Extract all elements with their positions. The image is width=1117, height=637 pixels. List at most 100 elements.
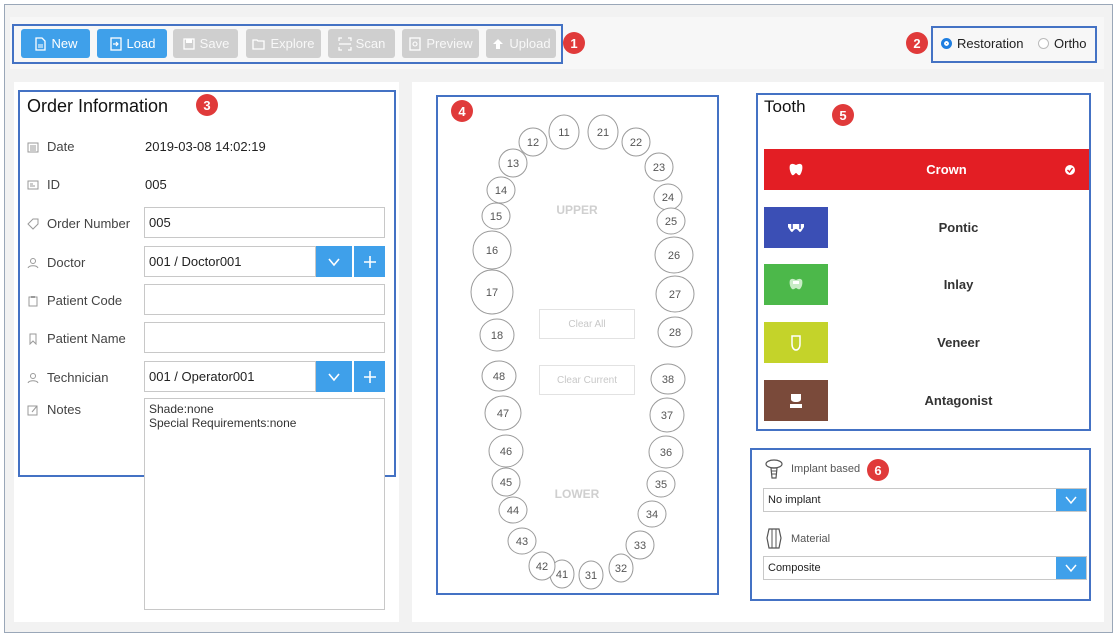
doctor-row-label: Doctor: [27, 255, 85, 270]
tooth-number: 44: [507, 505, 519, 517]
tooth-14[interactable]: 14: [486, 176, 516, 204]
patient-name-input[interactable]: [144, 322, 385, 353]
scan-button[interactable]: Scan: [328, 29, 395, 58]
technician-select[interactable]: 001 / Operator001: [144, 361, 316, 392]
save-label: Save: [199, 36, 230, 51]
tooth-number: 13: [507, 158, 519, 170]
tooth-number: 45: [500, 477, 512, 489]
folder-icon: [252, 38, 266, 50]
tooth-47[interactable]: 47: [484, 395, 522, 431]
preview-button[interactable]: Preview: [402, 29, 479, 58]
tooth-26[interactable]: 26: [654, 236, 694, 274]
patient-code-input[interactable]: [144, 284, 385, 315]
tooth-16[interactable]: 16: [472, 230, 512, 270]
tooth-13[interactable]: 13: [498, 148, 528, 178]
upload-label: Upload: [509, 36, 551, 51]
tooth-43[interactable]: 43: [507, 527, 537, 555]
order-title: Order Information: [27, 96, 169, 116]
tooth-number: 15: [490, 211, 502, 223]
explore-button[interactable]: Explore: [246, 29, 321, 58]
tooth-number: 21: [597, 127, 609, 139]
notes-textarea[interactable]: Shade:none Special Requirements:none: [144, 398, 385, 610]
save-button[interactable]: Save: [173, 29, 238, 58]
tooth-36[interactable]: 36: [648, 435, 684, 469]
tooth-17[interactable]: 17: [470, 269, 514, 315]
load-button[interactable]: Load: [97, 29, 167, 58]
plus-icon: [363, 255, 376, 268]
antagonist-icon: [764, 380, 828, 421]
tooth-21[interactable]: 21: [587, 114, 619, 150]
material-select[interactable]: Composite: [763, 556, 1087, 580]
order-number-row-label: Order Number: [27, 216, 130, 231]
tooth-27[interactable]: 27: [655, 275, 695, 313]
tooth-23[interactable]: 23: [644, 152, 674, 182]
tooth-25[interactable]: 25: [656, 207, 686, 235]
tooth-number: 12: [527, 137, 539, 149]
tooth-18[interactable]: 18: [479, 318, 515, 352]
material-icon: [766, 528, 782, 549]
upload-icon: [493, 38, 504, 49]
tooth-46[interactable]: 46: [488, 434, 524, 468]
clear-current-button[interactable]: Clear Current: [539, 365, 635, 395]
new-label: New: [51, 36, 78, 51]
implant-dropdown-button[interactable]: [1056, 489, 1086, 511]
patient-code-row-label: Patient Code: [27, 293, 122, 308]
implant-icon: [765, 459, 783, 479]
notes-label: Notes: [47, 402, 81, 417]
tooth-28[interactable]: 28: [657, 316, 693, 348]
add-doctor-button[interactable]: [354, 246, 385, 277]
implant-select[interactable]: No implant: [763, 488, 1087, 512]
doctor-select[interactable]: 001 / Doctor001: [144, 246, 316, 277]
user-icon: [27, 372, 39, 383]
tooth-type-crown[interactable]: Crown: [764, 149, 1089, 190]
new-button[interactable]: New: [21, 29, 90, 58]
tooth-34[interactable]: 34: [637, 500, 667, 528]
doctor-dropdown-button[interactable]: [316, 246, 352, 277]
tooth-38[interactable]: 38: [650, 363, 686, 395]
tooth-number: 18: [491, 330, 503, 342]
tooth-number: 23: [653, 162, 665, 174]
scan-icon: [338, 36, 352, 51]
tooth-35[interactable]: 35: [646, 470, 676, 498]
tooth-15[interactable]: 15: [481, 202, 511, 230]
tooth-type-pontic[interactable]: Pontic: [764, 207, 1089, 248]
file-icon: [35, 36, 47, 51]
clear-all-button[interactable]: Clear All: [539, 309, 635, 339]
tooth-type-inlay[interactable]: Inlay: [764, 264, 1089, 305]
chevron-down-icon: [328, 257, 340, 266]
tooth-number: 32: [615, 563, 627, 575]
tooth-44[interactable]: 44: [498, 496, 528, 524]
upload-button[interactable]: Upload: [486, 29, 556, 58]
radio-restoration[interactable]: Restoration: [941, 36, 1023, 51]
tooth-31[interactable]: 31: [578, 560, 604, 590]
tooth-number: 38: [662, 374, 674, 386]
tooth-22[interactable]: 22: [621, 127, 651, 157]
scan-label: Scan: [355, 36, 386, 51]
tooth-33[interactable]: 33: [625, 530, 655, 560]
radio-selected-icon: [941, 38, 952, 49]
tooth-type-antagonist[interactable]: Antagonist: [764, 380, 1089, 421]
add-technician-button[interactable]: [354, 361, 385, 392]
tooth-24[interactable]: 24: [653, 183, 683, 211]
material-dropdown-button[interactable]: [1056, 557, 1086, 579]
material-select-value: Composite: [768, 562, 821, 574]
tooth-48[interactable]: 48: [481, 360, 517, 392]
tooth-42[interactable]: 42: [528, 551, 556, 581]
tooth-12[interactable]: 12: [518, 127, 548, 157]
radio-ortho[interactable]: Ortho: [1038, 36, 1087, 51]
chevron-down-icon: [1065, 496, 1077, 505]
technician-dropdown-button[interactable]: [316, 361, 352, 392]
tooth-type-veneer[interactable]: Veneer: [764, 322, 1089, 363]
tooth-32[interactable]: 32: [608, 553, 634, 583]
tooth-number: 35: [655, 479, 667, 491]
tooth-37[interactable]: 37: [649, 397, 685, 433]
plus-icon: [363, 370, 376, 383]
crown-icon: [764, 149, 828, 190]
tooth-11[interactable]: 11: [548, 114, 580, 150]
implant-label: Implant based: [791, 463, 861, 475]
veneer-label: Veneer: [937, 335, 980, 350]
explore-label: Explore: [270, 36, 315, 51]
tooth-number: 16: [486, 245, 498, 257]
tooth-45[interactable]: 45: [491, 467, 521, 497]
order-number-input[interactable]: 005: [144, 207, 385, 238]
